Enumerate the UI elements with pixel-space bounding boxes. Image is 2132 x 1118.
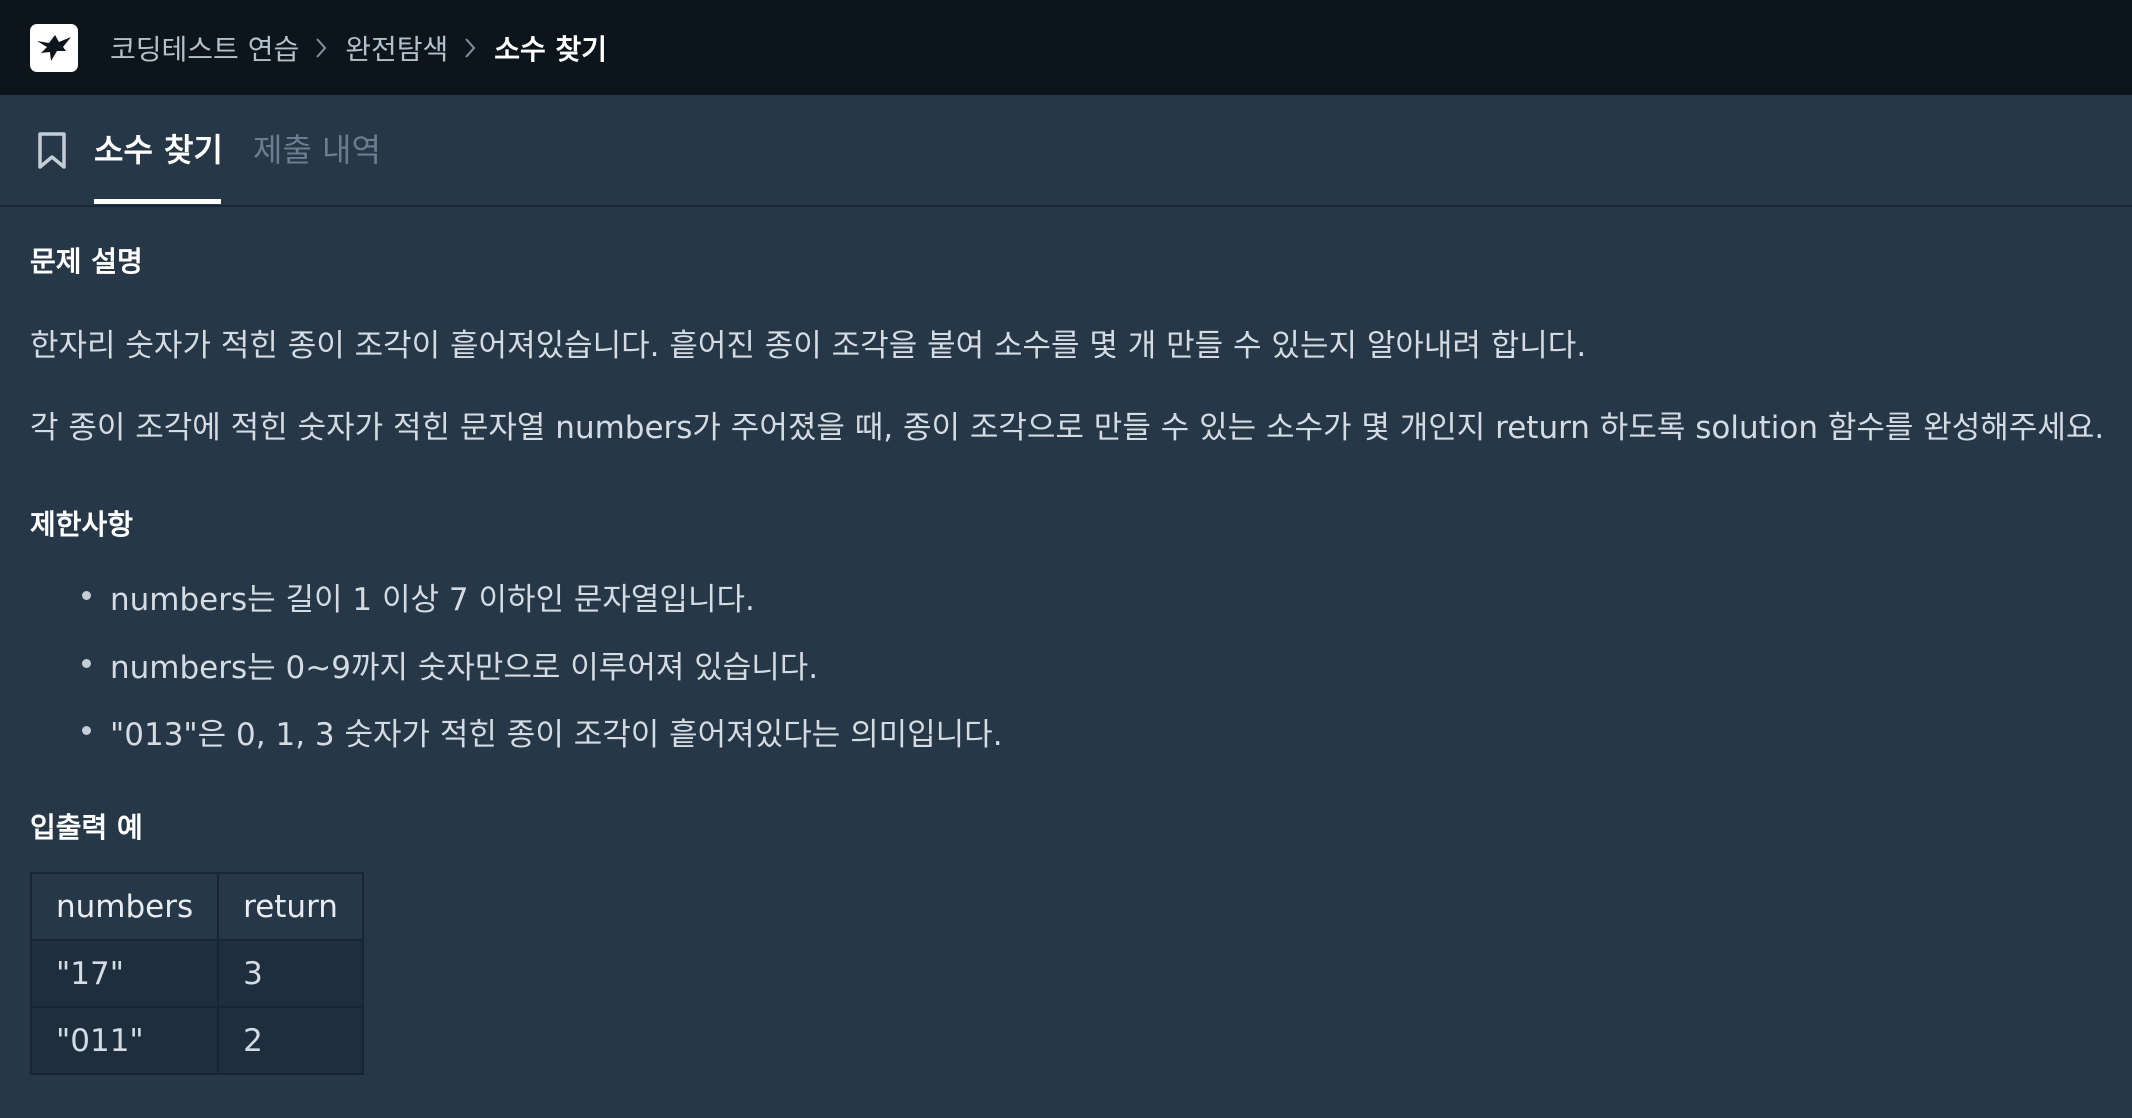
tab-submissions[interactable]: 제출 내역 bbox=[253, 125, 381, 171]
list-item: numbers는 길이 1 이상 7 이하인 문자열입니다. bbox=[82, 574, 755, 619]
constraints-heading: 제한사항 bbox=[30, 508, 134, 541]
column-header: return bbox=[217, 872, 364, 941]
table-header-row: numbers return bbox=[29, 872, 364, 941]
table-cell: "17" bbox=[29, 939, 220, 1008]
examples-table: numbers return "17" 3 "011" 2 bbox=[29, 872, 364, 1075]
active-tab-indicator bbox=[94, 199, 221, 204]
bookmark-icon[interactable] bbox=[36, 131, 68, 175]
logo-icon[interactable] bbox=[30, 24, 78, 72]
chevron-right-icon bbox=[315, 37, 327, 59]
table-cell: 2 bbox=[217, 1006, 364, 1075]
tab-problem[interactable]: 소수 찾기 bbox=[94, 125, 223, 171]
top-header: 코딩테스트 연습 완전탐색 소수 찾기 bbox=[0, 0, 2132, 95]
list-item: "013"은 0, 1, 3 숫자가 적힌 종이 조각이 흩어져있다는 의미입니… bbox=[82, 709, 1003, 754]
tab-bar: 소수 찾기 제출 내역 bbox=[0, 95, 2132, 207]
description-paragraph: 각 종이 조각에 적힌 숫자가 적힌 문자열 numbers가 주어졌을 때, … bbox=[30, 410, 2105, 446]
column-header: numbers bbox=[29, 872, 220, 941]
breadcrumb-item-brute-force[interactable]: 완전탐색 bbox=[345, 28, 448, 68]
breadcrumb-current: 소수 찾기 bbox=[494, 32, 608, 66]
breadcrumb: 코딩테스트 연습 완전탐색 소수 찾기 bbox=[110, 0, 607, 95]
table-row: "17" 3 bbox=[29, 939, 364, 1008]
table-row: "011" 2 bbox=[29, 1006, 364, 1075]
description-paragraph: 한자리 숫자가 적힌 종이 조각이 흩어져있습니다. 흩어진 종이 조각을 붙여… bbox=[30, 328, 1587, 364]
examples-heading: 입출력 예 bbox=[30, 811, 143, 844]
description-heading: 문제 설명 bbox=[30, 245, 143, 278]
table-cell: "011" bbox=[29, 1006, 220, 1075]
breadcrumb-item-coding-test[interactable]: 코딩테스트 연습 bbox=[110, 28, 299, 68]
table-cell: 3 bbox=[217, 939, 364, 1008]
list-item: numbers는 0~9까지 숫자만으로 이루어져 있습니다. bbox=[81, 642, 818, 687]
chevron-right-icon bbox=[464, 37, 476, 59]
